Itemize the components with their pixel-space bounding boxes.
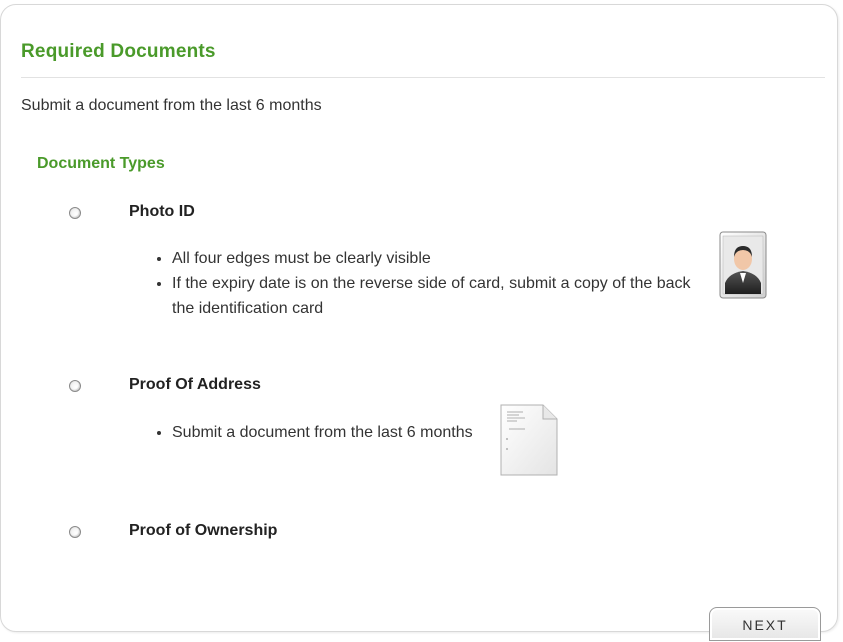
document-types-heading: Document Types xyxy=(37,155,165,172)
proof-of-ownership-radio[interactable] xyxy=(69,526,81,538)
proof-of-address-radio[interactable] xyxy=(69,380,81,392)
photo-id-label[interactable]: Photo ID xyxy=(129,203,195,221)
proof-of-ownership-label[interactable]: Proof of Ownership xyxy=(129,522,277,540)
next-button[interactable]: NEXT xyxy=(709,607,821,641)
title-divider xyxy=(21,77,825,78)
page-title: Required Documents xyxy=(21,41,216,62)
photo-id-requirements: All four edges must be clearly visible I… xyxy=(155,246,707,321)
list-item: Submit a document from the last 6 months xyxy=(172,420,492,445)
list-item: All four edges must be clearly visible xyxy=(172,246,707,271)
proof-of-address-label[interactable]: Proof Of Address xyxy=(129,376,261,394)
required-documents-panel: Required Documents Submit a document fro… xyxy=(0,4,838,641)
page-subtitle: Submit a document from the last 6 months xyxy=(21,97,322,114)
document-icon xyxy=(500,404,558,476)
photo-id-radio[interactable] xyxy=(69,207,81,219)
list-item: If the expiry date is on the reverse sid… xyxy=(172,271,707,321)
proof-of-address-requirements: Submit a document from the last 6 months xyxy=(155,420,492,445)
person-photo-icon xyxy=(719,231,767,299)
